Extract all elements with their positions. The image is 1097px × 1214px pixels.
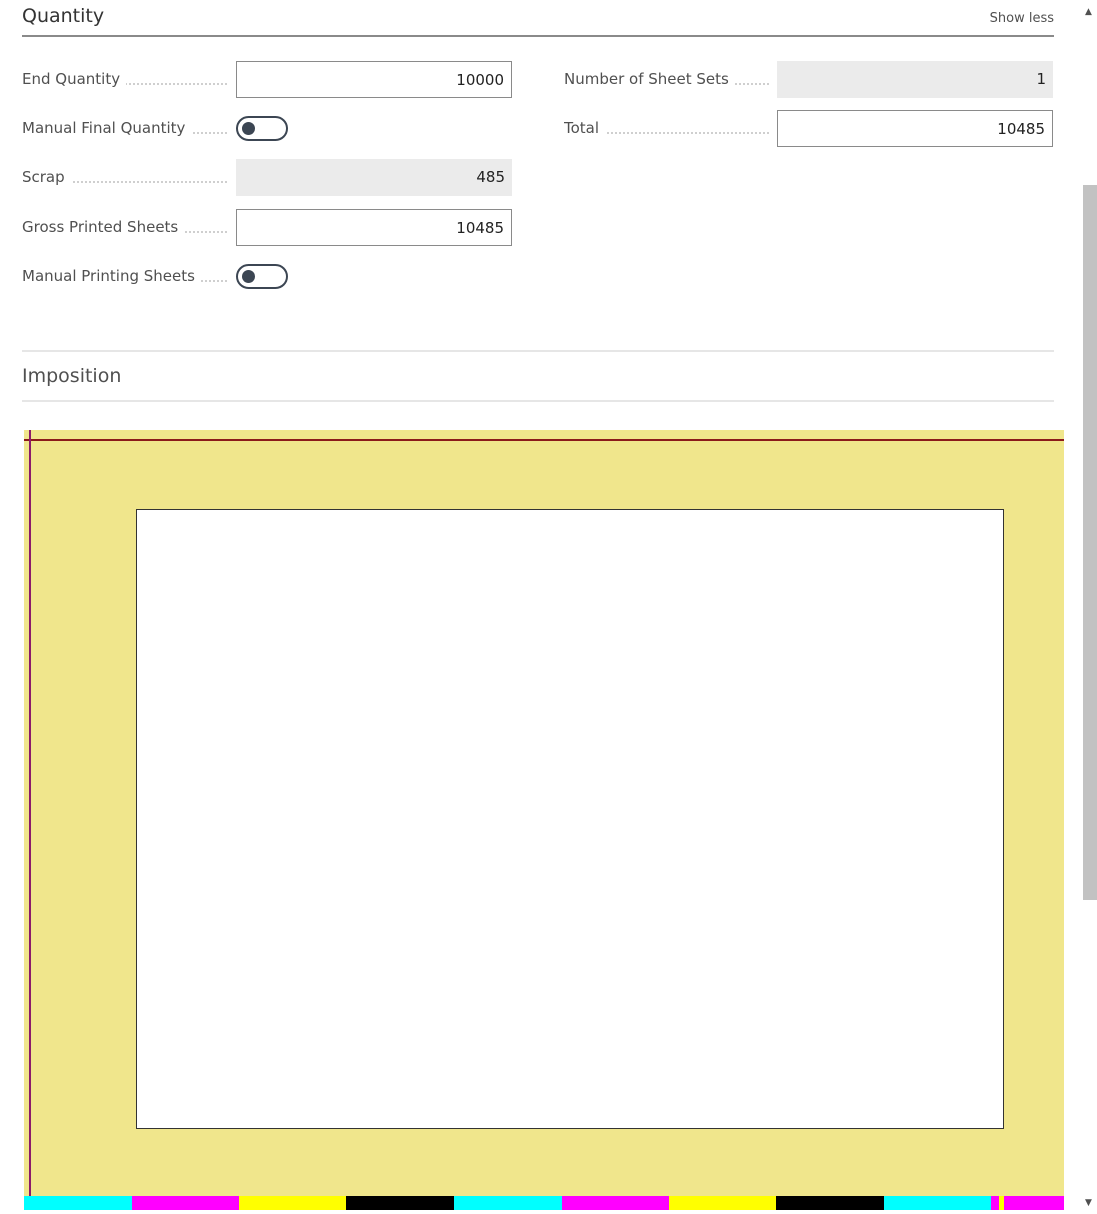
total-label: Total	[564, 110, 769, 147]
color-bar-segment	[884, 1196, 991, 1210]
scrap-row: Scrap 485	[22, 159, 512, 196]
gross-printed-sheets-input[interactable]	[236, 209, 512, 246]
color-bar-segment	[24, 1196, 132, 1210]
manual-printing-sheets-label: Manual Printing Sheets	[22, 258, 227, 295]
end-quantity-input[interactable]	[236, 61, 512, 98]
color-control-bar	[24, 1196, 1064, 1210]
toggle-knob	[242, 270, 255, 283]
total-input[interactable]	[777, 110, 1053, 147]
imposition-sheet	[24, 430, 1064, 1210]
number-of-sheet-sets-label: Number of Sheet Sets	[564, 61, 769, 98]
end-quantity-row: End Quantity	[22, 61, 512, 98]
show-less-link[interactable]: Show less	[990, 11, 1054, 26]
manual-printing-sheets-row: Manual Printing Sheets	[22, 258, 512, 295]
toggle-knob	[242, 122, 255, 135]
gross-printed-sheets-label: Gross Printed Sheets	[22, 209, 227, 246]
gross-printed-sheets-row: Gross Printed Sheets	[22, 209, 512, 246]
scrap-value: 485	[236, 159, 512, 196]
imposition-title: Imposition	[22, 365, 122, 387]
vertical-scrollbar[interactable]: ▲ ▼	[1080, 0, 1097, 1214]
color-bar-segment	[346, 1196, 454, 1210]
page: Quantity Show less End Quantity Manual F…	[0, 0, 1097, 1214]
imposition-divider-top	[22, 350, 1054, 352]
color-bar-segment	[239, 1196, 346, 1210]
end-quantity-label: End Quantity	[22, 61, 227, 98]
section-title: Quantity	[22, 5, 105, 27]
color-bar-segment	[1004, 1196, 1064, 1210]
total-row: Total	[564, 110, 1054, 147]
scroll-down-icon[interactable]: ▼	[1080, 1195, 1097, 1212]
manual-final-quantity-toggle[interactable]	[236, 116, 288, 141]
imposition-divider-bottom	[22, 400, 1054, 402]
trim-line-vertical	[29, 430, 31, 1210]
scroll-thumb[interactable]	[1083, 185, 1097, 900]
color-bar-segment	[132, 1196, 239, 1210]
number-of-sheet-sets-value: 1	[777, 61, 1053, 98]
number-of-sheet-sets-row: Number of Sheet Sets 1	[564, 61, 1054, 98]
color-bar-segment	[454, 1196, 562, 1210]
scroll-up-icon[interactable]: ▲	[1080, 4, 1097, 21]
color-bar-segment	[776, 1196, 884, 1210]
trim-line-horizontal	[24, 439, 1064, 441]
manual-final-quantity-row: Manual Final Quantity	[22, 110, 512, 147]
color-bar-segment	[562, 1196, 669, 1210]
color-bar-segment	[991, 1196, 999, 1210]
manual-final-quantity-label: Manual Final Quantity	[22, 110, 227, 147]
scrap-label: Scrap	[22, 159, 227, 196]
color-bar-segment	[669, 1196, 776, 1210]
manual-printing-sheets-toggle[interactable]	[236, 264, 288, 289]
quantity-section-header: Quantity Show less	[22, 0, 1054, 37]
imposition-page	[136, 509, 1004, 1129]
